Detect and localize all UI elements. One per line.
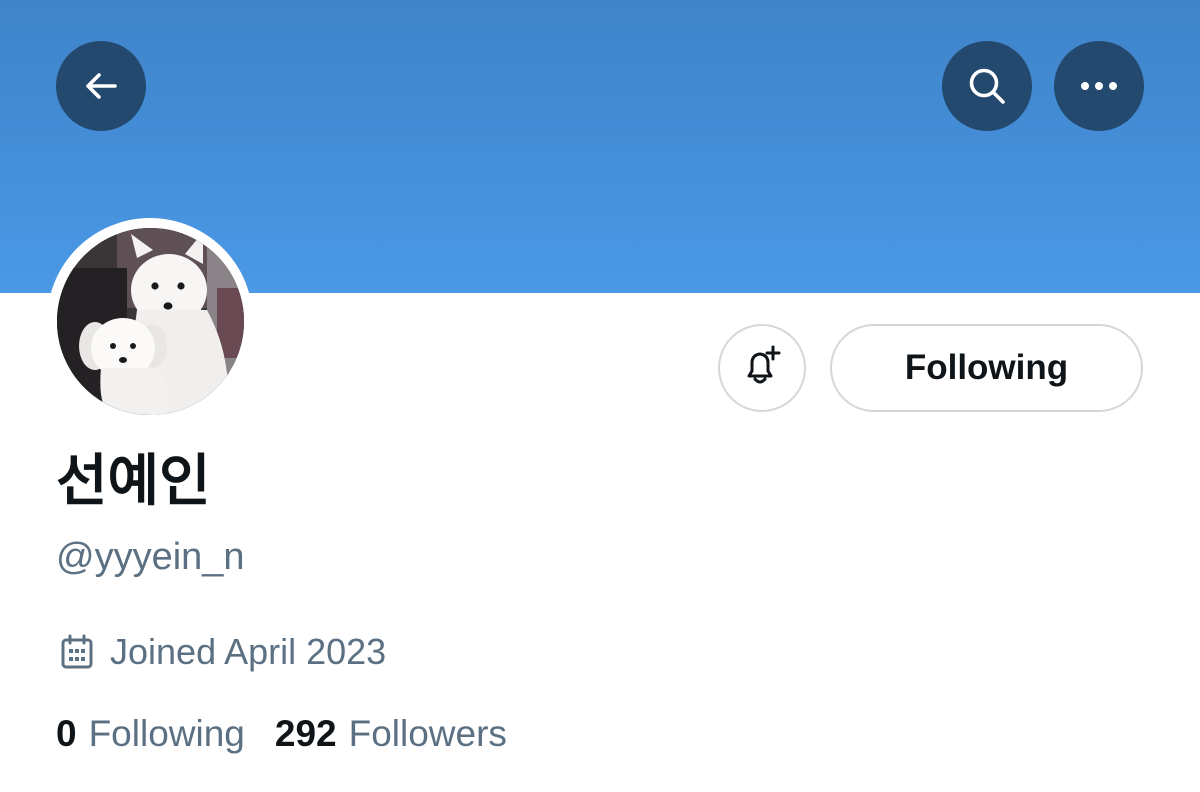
more-horizontal-icon: [1077, 80, 1121, 92]
following-count-link[interactable]: 0 Following: [56, 713, 245, 755]
notifications-button[interactable]: [718, 324, 806, 412]
followers-label: Followers: [348, 713, 507, 754]
following-label: Following: [88, 713, 245, 754]
profile-stats: 0 Following 292 Followers: [56, 708, 507, 760]
back-button[interactable]: [56, 41, 146, 131]
join-date-text: Joined April 2023: [110, 631, 387, 672]
avatar[interactable]: [57, 228, 244, 415]
bell-plus-icon: [739, 343, 785, 394]
join-date: Joined April 2023: [58, 626, 386, 678]
search-button[interactable]: [942, 41, 1032, 131]
following-button[interactable]: Following: [830, 324, 1143, 412]
profile-page: Following 선예인 @yyyein_n Joined April 202…: [0, 0, 1200, 792]
calendar-icon: [58, 633, 96, 671]
more-options-button[interactable]: [1054, 41, 1144, 131]
display-name: 선예인: [56, 449, 211, 514]
followers-count: 292: [274, 713, 337, 754]
followers-count-link[interactable]: 292 Followers: [275, 713, 507, 755]
search-icon: [965, 64, 1009, 108]
user-handle: @yyyein_n: [56, 536, 245, 578]
following-count: 0: [56, 713, 77, 754]
arrow-left-icon: [81, 66, 121, 106]
